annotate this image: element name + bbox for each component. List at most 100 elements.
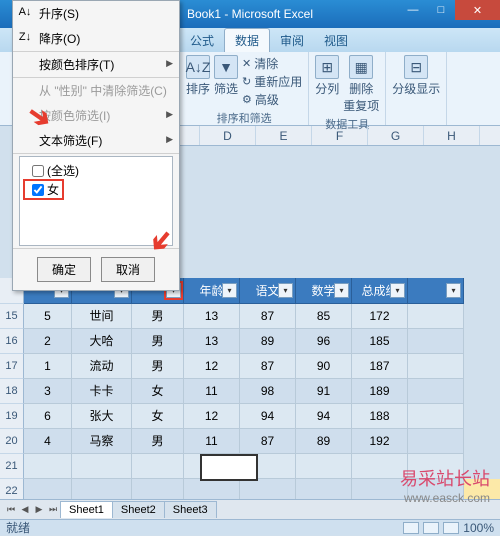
cell[interactable]: 大哈 (72, 329, 132, 354)
col-g[interactable]: G (368, 126, 424, 145)
cell[interactable]: 男 (132, 354, 184, 379)
next-sheet-button[interactable]: ▶ (32, 504, 46, 515)
cell[interactable] (408, 429, 464, 454)
filter-button[interactable]: ▼ 筛选 (214, 55, 238, 97)
sort-asc-item[interactable]: A↓升序(S) (13, 1, 179, 26)
filter-col-math[interactable]: 数学▾ (296, 278, 352, 304)
sheet1-tab[interactable]: Sheet1 (60, 501, 113, 518)
row-header[interactable]: 16 (0, 329, 24, 354)
cell[interactable]: 女 (132, 379, 184, 404)
cell[interactable]: 女 (132, 404, 184, 429)
outline-button[interactable]: ⊟ 分级显示 (392, 55, 440, 97)
dropdown-icon[interactable]: ▾ (222, 283, 237, 298)
zoom-level[interactable]: 100% (463, 521, 494, 535)
cell[interactable]: 94 (296, 404, 352, 429)
cell[interactable]: 98 (240, 379, 296, 404)
close-button[interactable]: ✕ (455, 0, 500, 20)
clear-button[interactable]: ✕ 清除 (242, 55, 302, 72)
dropdown-icon[interactable]: ▾ (446, 283, 461, 298)
row-header[interactable]: 21 (0, 454, 24, 479)
sort-desc-item[interactable]: Z↓降序(O) (13, 26, 179, 52)
row-header[interactable]: 20 (0, 429, 24, 454)
filter-col-total[interactable]: 总成绩▾ (352, 278, 408, 304)
select-all-checkbox[interactable]: (全选) (24, 161, 168, 180)
last-sheet-button[interactable]: ⏭ (46, 504, 60, 515)
cell[interactable]: 87 (240, 354, 296, 379)
dropdown-icon[interactable]: ▾ (390, 283, 405, 298)
row-header[interactable]: 19 (0, 404, 24, 429)
tab-formulas[interactable]: 公式 (180, 29, 224, 52)
cell[interactable] (408, 304, 464, 329)
cell[interactable] (408, 379, 464, 404)
sort-button[interactable]: A↓Z 排序 (186, 55, 210, 97)
cell[interactable] (408, 404, 464, 429)
cell[interactable]: 85 (296, 304, 352, 329)
minimize-button[interactable]: ― (399, 0, 427, 20)
row-header[interactable]: 18 (0, 379, 24, 404)
cell[interactable]: 12 (184, 404, 240, 429)
cell[interactable]: 185 (352, 329, 408, 354)
cell[interactable]: 张大 (72, 404, 132, 429)
sort-by-color-item[interactable]: 按颜色排序(T)▶ (13, 52, 179, 78)
cell[interactable]: 马察 (72, 429, 132, 454)
cell[interactable]: 5 (24, 304, 72, 329)
col-d[interactable]: D (200, 126, 256, 145)
cell[interactable]: 91 (296, 379, 352, 404)
prev-sheet-button[interactable]: ◀ (18, 504, 32, 515)
tab-review[interactable]: 审阅 (270, 29, 314, 52)
ok-button[interactable]: 确定 (37, 257, 91, 282)
cell[interactable]: 187 (352, 354, 408, 379)
cell[interactable]: 男 (132, 304, 184, 329)
tab-data[interactable]: 数据 (224, 28, 270, 52)
col-f[interactable]: F (312, 126, 368, 145)
cell[interactable]: 89 (296, 429, 352, 454)
cell[interactable]: 12 (184, 354, 240, 379)
col-e[interactable]: E (256, 126, 312, 145)
row-header[interactable]: 17 (0, 354, 24, 379)
cell[interactable]: 13 (184, 329, 240, 354)
cell[interactable]: 188 (352, 404, 408, 429)
col-h[interactable]: H (424, 126, 480, 145)
cell[interactable]: 87 (240, 304, 296, 329)
cell[interactable]: 13 (184, 304, 240, 329)
cell[interactable]: 189 (352, 379, 408, 404)
cell[interactable]: 192 (352, 429, 408, 454)
cell[interactable]: 男 (132, 329, 184, 354)
cell[interactable]: 96 (296, 329, 352, 354)
cell[interactable]: 卡卡 (72, 379, 132, 404)
female-checkbox[interactable]: 女 (24, 180, 63, 199)
page-break-button[interactable] (443, 522, 459, 534)
cell[interactable]: 世间 (72, 304, 132, 329)
filter-col-chinese[interactable]: 语文▾ (240, 278, 296, 304)
reapply-button[interactable]: ↻ 重新应用 (242, 73, 302, 90)
cell[interactable]: 3 (24, 379, 72, 404)
cell[interactable]: 89 (240, 329, 296, 354)
cell[interactable] (408, 354, 464, 379)
cell[interactable]: 2 (24, 329, 72, 354)
cell[interactable]: 172 (352, 304, 408, 329)
sheet3-tab[interactable]: Sheet3 (164, 501, 217, 518)
cell[interactable]: 流动 (72, 354, 132, 379)
filter-col-h[interactable]: ▾ (408, 278, 464, 304)
first-sheet-button[interactable]: ⏮ (4, 504, 18, 515)
remove-duplicates-button[interactable]: ▦ 删除 重复项 (343, 55, 379, 114)
row-header[interactable]: 15 (0, 304, 24, 329)
filter-col-age[interactable]: 年龄▾ (184, 278, 240, 304)
sheet2-tab[interactable]: Sheet2 (112, 501, 165, 518)
text-to-columns-button[interactable]: ⊞ 分列 (315, 55, 339, 97)
cell[interactable]: 11 (184, 379, 240, 404)
cell[interactable]: 男 (132, 429, 184, 454)
cell[interactable]: 87 (240, 429, 296, 454)
dropdown-icon[interactable]: ▾ (334, 283, 349, 298)
cell[interactable] (408, 329, 464, 354)
cell[interactable]: 6 (24, 404, 72, 429)
cancel-button[interactable]: 取消 (101, 257, 155, 282)
dropdown-icon[interactable]: ▾ (278, 283, 293, 298)
cell[interactable]: 4 (24, 429, 72, 454)
page-layout-button[interactable] (423, 522, 439, 534)
cell[interactable]: 94 (240, 404, 296, 429)
cell[interactable]: 90 (296, 354, 352, 379)
cell[interactable]: 1 (24, 354, 72, 379)
normal-view-button[interactable] (403, 522, 419, 534)
cell[interactable]: 11 (184, 429, 240, 454)
